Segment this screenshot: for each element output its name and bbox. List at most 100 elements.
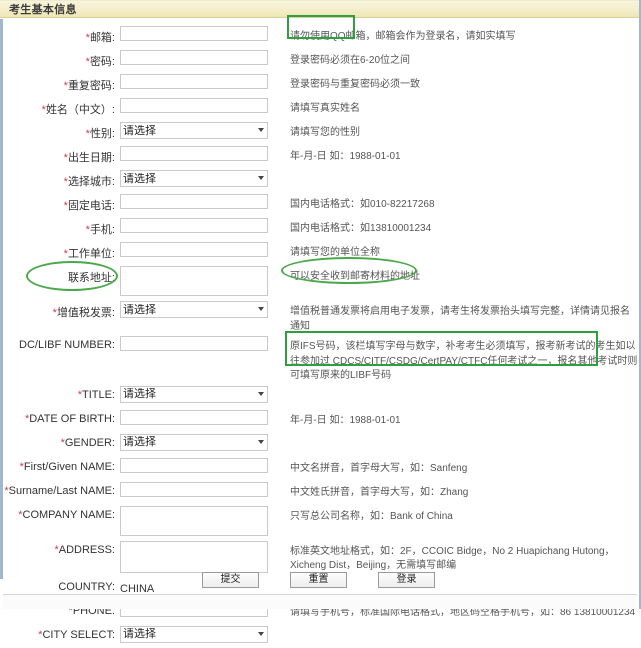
field-hint bbox=[280, 384, 639, 390]
field-label: *姓名（中文）: bbox=[41, 104, 115, 116]
annotation-ellipse-label bbox=[26, 261, 118, 291]
field-hint: 登录密码与重复密码必须一致 bbox=[280, 72, 639, 93]
select-wrapper: 请选择 bbox=[120, 170, 268, 187]
field-label: DC/LIBF NUMBER: bbox=[19, 339, 115, 351]
hint-text: 国内电话格式：如13810001234 bbox=[290, 223, 432, 234]
field-label: *固定电话: bbox=[63, 200, 115, 212]
form-row: *First/Given NAME: 中文名拼音，首字母大写，如：Sanfeng bbox=[0, 456, 639, 480]
required-marker: * bbox=[60, 436, 65, 449]
field-hint: 只写总公司名称，如：Bank of China bbox=[280, 504, 639, 525]
text-input[interactable] bbox=[120, 242, 268, 257]
hint-text: 原IFS号码，该栏填写字母与数字，补考考生必须填写，报考新考试的考生如以往参加过… bbox=[290, 341, 638, 381]
select-input[interactable]: 请选择 bbox=[120, 625, 268, 643]
form-row: *Surname/Last NAME: 中文姓氏拼音，首字母大写，如：Zhang bbox=[0, 480, 639, 504]
required-marker: * bbox=[52, 307, 57, 319]
text-input[interactable] bbox=[120, 194, 268, 209]
field-control bbox=[120, 24, 280, 41]
field-label: *ADDRESS: bbox=[54, 543, 115, 556]
text-input[interactable] bbox=[120, 457, 268, 473]
textarea-input[interactable] bbox=[120, 540, 268, 573]
field-label: *COMPANY NAME: bbox=[18, 508, 115, 521]
field-control bbox=[120, 72, 280, 89]
required-marker: * bbox=[54, 543, 59, 556]
form-row: *固定电话: 国内电话格式：如010-82217268 bbox=[0, 192, 639, 216]
form-row: *CITY SELECT: 请选择 bbox=[0, 624, 639, 648]
field-hint: 请填写您的性别 bbox=[280, 120, 639, 141]
text-input[interactable] bbox=[120, 336, 268, 351]
field-control: 请选择 bbox=[120, 168, 280, 187]
field-label: *First/Given NAME: bbox=[19, 460, 115, 473]
field-hint bbox=[280, 168, 639, 174]
form-row: *工作单位: 请填写您的单位全称 bbox=[0, 240, 639, 264]
field-label: *性别: bbox=[85, 128, 115, 140]
hint-text: 中文姓氏拼音，首字母大写，如：Zhang bbox=[290, 486, 469, 498]
field-label: *重复密码: bbox=[63, 80, 115, 92]
textarea-input[interactable] bbox=[120, 505, 268, 536]
registration-form: *邮箱: 请勿使用QQ邮箱，邮箱会作为登录名，请如实填写 *密码: 登录密码必须在6-… bbox=[0, 15, 639, 648]
select-input[interactable]: 请选择 bbox=[120, 170, 268, 187]
field-control: 请选择 bbox=[120, 120, 280, 139]
text-input[interactable] bbox=[120, 218, 268, 233]
field-label: *出生日期: bbox=[63, 152, 115, 164]
select-wrapper: 请选择 bbox=[120, 625, 268, 643]
field-control bbox=[120, 96, 280, 113]
form-row: 联系地址: 可以安全收到邮寄材料的地址 bbox=[0, 257, 639, 299]
text-input[interactable] bbox=[120, 409, 268, 425]
field-control bbox=[120, 456, 280, 473]
form-row: *选择城市: 请选择 bbox=[0, 168, 639, 192]
select-wrapper: 请选择 bbox=[120, 301, 268, 318]
text-input[interactable] bbox=[120, 74, 268, 89]
required-marker: * bbox=[63, 248, 68, 260]
field-hint: 中文姓氏拼音，首字母大写，如：Zhang bbox=[280, 480, 639, 501]
field-control bbox=[120, 192, 280, 209]
hint-text: 可以安全收到邮寄材料的地址 bbox=[290, 271, 420, 282]
hint-text: 请填写您的单位全称 bbox=[290, 247, 380, 258]
field-hint: 国内电话格式：如010-82217268 bbox=[280, 192, 639, 213]
registration-page: 考生基本信息 *邮箱: 请勿使用QQ邮箱，邮箱会作为登录名，请如实填写 *密码: 登录… bbox=[0, 0, 641, 643]
hint-text: 中文名拼音，首字母大写，如：Sanfeng bbox=[290, 462, 468, 474]
required-marker: * bbox=[63, 80, 68, 92]
form-row: *密码: 登录密码必须在6-20位之间 bbox=[0, 48, 639, 72]
textarea-input[interactable] bbox=[120, 266, 268, 296]
required-marker: * bbox=[24, 412, 30, 425]
required-marker: * bbox=[38, 628, 43, 641]
select-wrapper: 请选择 bbox=[120, 385, 268, 403]
field-label: *TITLE: bbox=[77, 388, 115, 401]
required-marker: * bbox=[41, 104, 46, 116]
form-row: *DATE OF BIRTH: 年-月-日 如：1988-01-01 bbox=[0, 408, 639, 432]
field-label: 联系地址: bbox=[0, 261, 120, 291]
select-wrapper: 请选择 bbox=[120, 122, 268, 139]
field-label: *CITY SELECT: bbox=[38, 628, 115, 641]
text-input[interactable] bbox=[120, 26, 268, 41]
text-input[interactable] bbox=[120, 98, 268, 113]
field-hint: 原IFS号码，该栏填写字母与数字，补考考生必须填写，报考新考试的考生如以往参加过… bbox=[280, 331, 639, 384]
required-marker: * bbox=[63, 176, 68, 188]
field-label: *工作单位: bbox=[63, 248, 115, 260]
required-marker: * bbox=[77, 388, 82, 401]
hint-text: 增值税普通发票将启用电子发票，请考生将发票抬头填写完整，详情请见报名通知 bbox=[290, 306, 630, 332]
select-input[interactable]: 请选择 bbox=[120, 385, 268, 403]
required-marker: * bbox=[4, 484, 9, 497]
form-actions: 提交 重置 登录 bbox=[0, 572, 637, 588]
text-input[interactable] bbox=[120, 146, 268, 161]
form-row: *TITLE: 请选择 bbox=[0, 384, 639, 408]
field-control bbox=[120, 216, 280, 233]
hint-text: 请填写真实姓名 bbox=[290, 103, 360, 114]
field-hint: 年-月-日 如：1988-01-01 bbox=[280, 408, 639, 429]
reset-button[interactable]: 重置 bbox=[290, 572, 347, 588]
submit-button[interactable]: 提交 bbox=[202, 572, 259, 588]
field-control: 请选择 bbox=[120, 624, 280, 643]
select-input[interactable]: 请选择 bbox=[120, 433, 268, 451]
text-input[interactable] bbox=[120, 50, 268, 65]
field-hint bbox=[280, 432, 639, 438]
field-hint: 标准英文地址格式，如：2F，CCOIC Bidge，No 2 Huapichan… bbox=[280, 539, 639, 574]
select-input[interactable]: 请选择 bbox=[120, 301, 268, 318]
field-label: *增值税发票: bbox=[52, 307, 115, 319]
field-control bbox=[120, 504, 280, 539]
login-button[interactable]: 登录 bbox=[378, 572, 435, 588]
hint-text: 只写总公司名称，如：Bank of China bbox=[290, 510, 453, 522]
select-input[interactable]: 请选择 bbox=[120, 122, 268, 139]
text-input[interactable] bbox=[120, 481, 268, 497]
field-hint: 增值税普通发票将启用电子发票，请考生将发票抬头填写完整，详情请见报名通知 bbox=[280, 299, 639, 334]
field-control bbox=[120, 48, 280, 65]
